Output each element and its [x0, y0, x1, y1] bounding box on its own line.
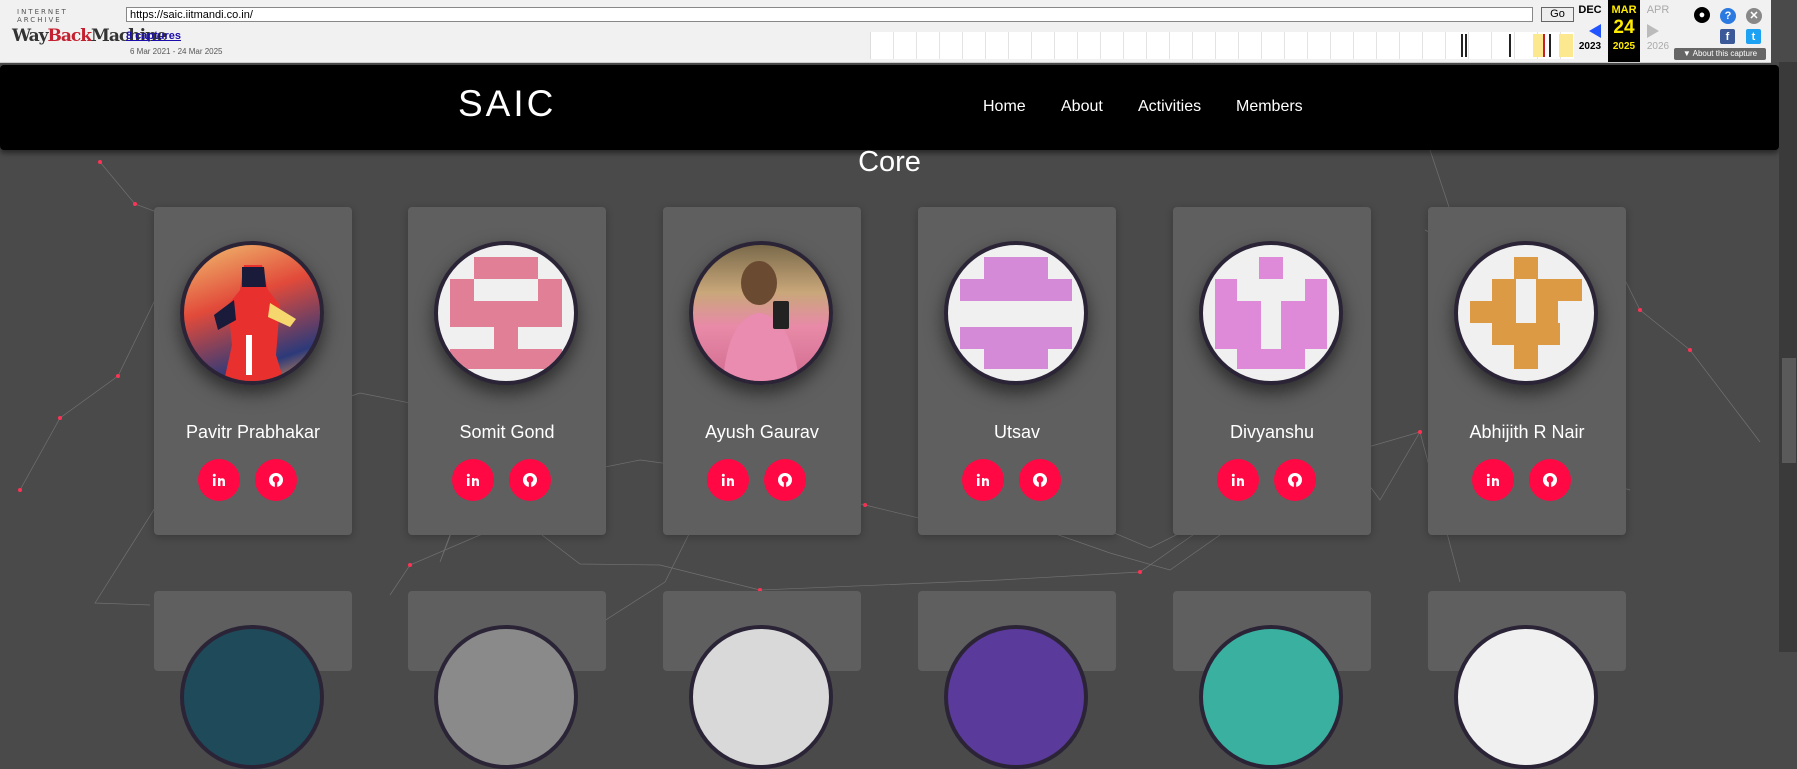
linkedin-icon	[1486, 473, 1499, 486]
member-card: Utsav	[918, 207, 1116, 535]
member-card: Pavitr Prabhakar	[154, 207, 352, 535]
nav-members-link[interactable]: Members	[1236, 98, 1303, 116]
close-icon[interactable]: ✕	[1746, 8, 1762, 24]
member-name: Divyanshu	[1229, 422, 1315, 442]
member-card	[663, 591, 861, 769]
wayback-logo[interactable]: INTERNET ARCHIVE WayBackMachine	[12, 8, 167, 52]
logo-main-text: WayBackMachine	[12, 26, 167, 46]
scrollbar-thumb[interactable]	[1782, 358, 1796, 463]
member-avatar	[434, 625, 578, 769]
member-card: Ayush Gaurav	[663, 207, 861, 535]
section-title: Core	[858, 146, 921, 178]
member-name: Somit Gond	[459, 422, 555, 442]
linkedin-button[interactable]	[1217, 459, 1259, 501]
member-name: Utsav	[993, 422, 1040, 442]
member-name: Pavitr Prabhakar	[185, 422, 321, 442]
member-card	[408, 591, 606, 769]
user-icon[interactable]: ●	[1694, 7, 1710, 23]
github-icon	[523, 473, 537, 487]
about-capture-button[interactable]: ▼ About this capture	[1674, 48, 1766, 60]
member-avatar	[180, 241, 324, 385]
site-navbar: SAIC Home About Activities Members	[0, 65, 1779, 150]
github-button[interactable]	[764, 459, 806, 501]
github-icon	[778, 473, 792, 487]
member-card: Somit Gond	[408, 207, 606, 535]
linkedin-button[interactable]	[452, 459, 494, 501]
member-card	[1428, 591, 1626, 769]
date-range: 6 Mar 2021 - 24 Mar 2025	[130, 47, 223, 56]
member-avatar	[689, 625, 833, 769]
linkedin-icon	[1231, 473, 1244, 486]
github-icon	[1543, 473, 1557, 487]
linkedin-icon	[212, 473, 225, 486]
member-card	[918, 591, 1116, 769]
linkedin-button[interactable]	[198, 459, 240, 501]
github-icon	[1033, 473, 1047, 487]
nav-about-link[interactable]: About	[1061, 98, 1103, 116]
linkedin-icon	[976, 473, 989, 486]
github-button[interactable]	[1019, 459, 1061, 501]
scrollbar-track[interactable]	[1779, 62, 1797, 652]
member-card	[154, 591, 352, 769]
member-avatar	[1199, 625, 1343, 769]
github-button[interactable]	[1529, 459, 1571, 501]
captures-link[interactable]: 8 captures	[126, 30, 181, 42]
go-button[interactable]: Go	[1541, 7, 1574, 22]
logo-top-text: INTERNET ARCHIVE	[17, 8, 68, 24]
member-avatar	[944, 241, 1088, 385]
member-avatar	[944, 625, 1088, 769]
current-day: 24	[1613, 17, 1635, 38]
member-avatar	[689, 241, 833, 385]
prev-capture-arrow-icon[interactable]	[1589, 24, 1601, 38]
facebook-icon[interactable]: f	[1720, 29, 1735, 44]
member-name: Abhijith R Nair	[1469, 422, 1585, 442]
nav-home-link[interactable]: Home	[983, 98, 1026, 116]
member-avatar	[1454, 625, 1598, 769]
github-icon	[269, 473, 283, 487]
wayback-toolbar: INTERNET ARCHIVE WayBackMachine https://…	[0, 0, 1771, 63]
next-capture-arrow-icon	[1647, 24, 1659, 38]
help-icon[interactable]: ?	[1720, 8, 1736, 24]
url-input[interactable]: https://saic.iitmandi.co.in/	[126, 7, 1533, 22]
member-avatar	[434, 241, 578, 385]
member-avatar	[1199, 241, 1343, 385]
brand-logo[interactable]: SAIC	[458, 83, 556, 125]
current-month-column: MAR 24 2025	[1608, 0, 1640, 62]
linkedin-button[interactable]	[962, 459, 1004, 501]
member-avatar	[180, 625, 324, 769]
member-card	[1173, 591, 1371, 769]
github-button[interactable]	[255, 459, 297, 501]
linkedin-button[interactable]	[707, 459, 749, 501]
capture-sparkline[interactable]	[870, 32, 1574, 59]
member-avatar	[1454, 241, 1598, 385]
member-card: Abhijith R Nair	[1428, 207, 1626, 535]
github-button[interactable]	[1274, 459, 1316, 501]
linkedin-button[interactable]	[1472, 459, 1514, 501]
linkedin-icon	[466, 473, 479, 486]
member-name: Ayush Gaurav	[705, 422, 819, 442]
nav-activities-link[interactable]: Activities	[1138, 98, 1201, 116]
twitter-icon[interactable]: t	[1746, 29, 1761, 44]
github-button[interactable]	[509, 459, 551, 501]
linkedin-icon	[721, 473, 734, 486]
member-card: Divyanshu	[1173, 207, 1371, 535]
github-icon	[1288, 473, 1302, 487]
